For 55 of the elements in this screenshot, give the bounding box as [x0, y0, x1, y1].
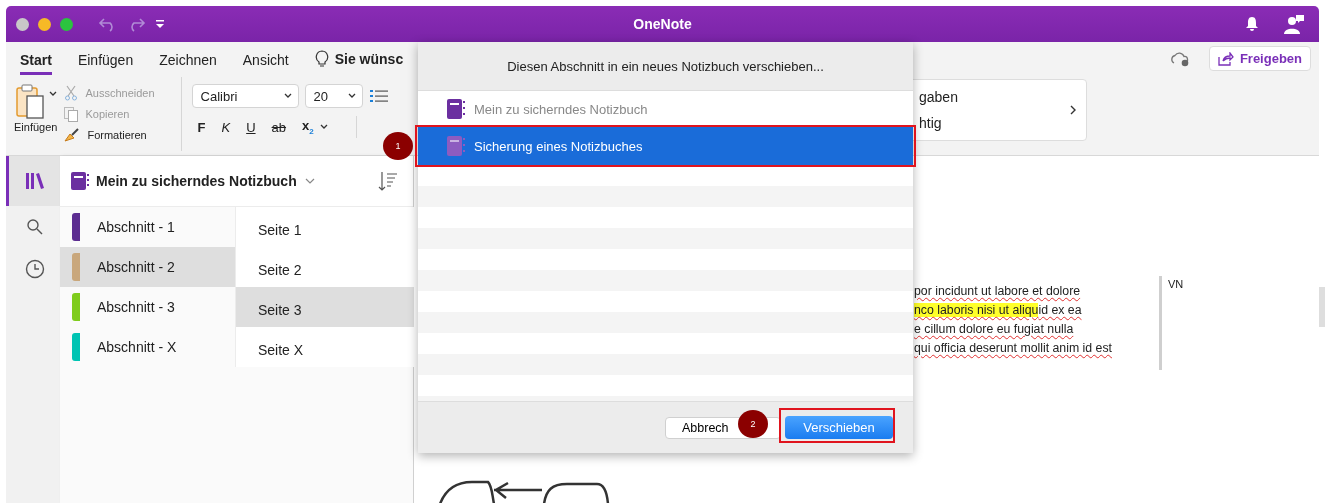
section-item[interactable]: Abschnitt - 2 [60, 247, 235, 287]
bullet-list-icon[interactable] [368, 88, 389, 104]
caret-icon [347, 93, 356, 99]
font-size-dropdown[interactable]: 20 [304, 84, 363, 108]
notebook-icon [70, 171, 90, 191]
format-button[interactable]: x$_{2}$ [302, 118, 314, 136]
caret-icon [283, 93, 292, 99]
customize-icon[interactable] [154, 18, 166, 30]
author-initials: VN [1168, 278, 1184, 292]
scissors-icon [63, 84, 80, 101]
window-button[interactable] [60, 17, 73, 31]
window-button[interactable] [38, 17, 51, 31]
font-family-dropdown[interactable]: Calibri [191, 84, 299, 108]
notebook-icon [446, 135, 466, 157]
paste-button[interactable]: Einfügen [14, 83, 58, 133]
notebook-icon [446, 98, 466, 120]
cloud-icon[interactable] [1168, 50, 1191, 67]
format-button[interactable]: ab [271, 119, 287, 135]
ribbon-tab[interactable]: Zeichnen [159, 46, 217, 75]
ribbon-tab[interactable]: Start [20, 46, 52, 75]
caret-icon [319, 124, 328, 130]
brush-icon [63, 126, 82, 143]
lightbulb-icon [314, 49, 329, 68]
note-text: e cillum dolore eu fugiat nulla [914, 322, 1075, 338]
tell-me-field[interactable]: Sie wünsc [334, 50, 404, 67]
share-button[interactable]: Freigeben [1208, 46, 1311, 71]
notebook-option[interactable]: Sicherung eines Notizbuches [418, 127, 913, 165]
ribbon-tab[interactable]: Ansicht [242, 46, 289, 75]
clipboard-action[interactable]: Formatieren [63, 125, 155, 144]
copy-icon [63, 105, 80, 122]
caret-icon [48, 91, 57, 97]
chevron-icon[interactable] [1070, 105, 1076, 115]
person-icon[interactable] [1283, 13, 1305, 35]
format-button[interactable]: K [221, 119, 231, 135]
search-icon [25, 218, 44, 236]
format-button[interactable]: F [197, 119, 206, 135]
ribbon-tab[interactable]: Einfügen [77, 46, 134, 75]
section-item[interactable]: Abschnitt - 3 [60, 287, 235, 327]
section-item[interactable]: Abschnitt - X [60, 327, 235, 367]
bell-icon[interactable] [1245, 16, 1259, 32]
clock-icon [24, 259, 45, 279]
notebooks-icon [24, 172, 45, 190]
notebook-name[interactable]: Mein zu sicherndes Notizbuch [96, 173, 297, 189]
caret-icon[interactable] [304, 177, 315, 185]
share-icon [1217, 51, 1234, 66]
style-option[interactable]: htig [919, 115, 958, 131]
format-button[interactable]: U [246, 119, 256, 135]
window-title: OneNote [633, 16, 692, 32]
window-button[interactable] [16, 17, 29, 31]
note-text: qui officia deserunt mollit anim id est [914, 341, 1113, 357]
note-text: por incidunt ut labore et dolore [914, 284, 1082, 300]
note-text: nco laboris nisi ut aliquid ex ea [914, 303, 1083, 319]
sort-icon[interactable] [377, 170, 399, 192]
style-option[interactable]: gaben [919, 89, 958, 105]
section-item[interactable]: Abschnitt - 1 [60, 207, 235, 247]
